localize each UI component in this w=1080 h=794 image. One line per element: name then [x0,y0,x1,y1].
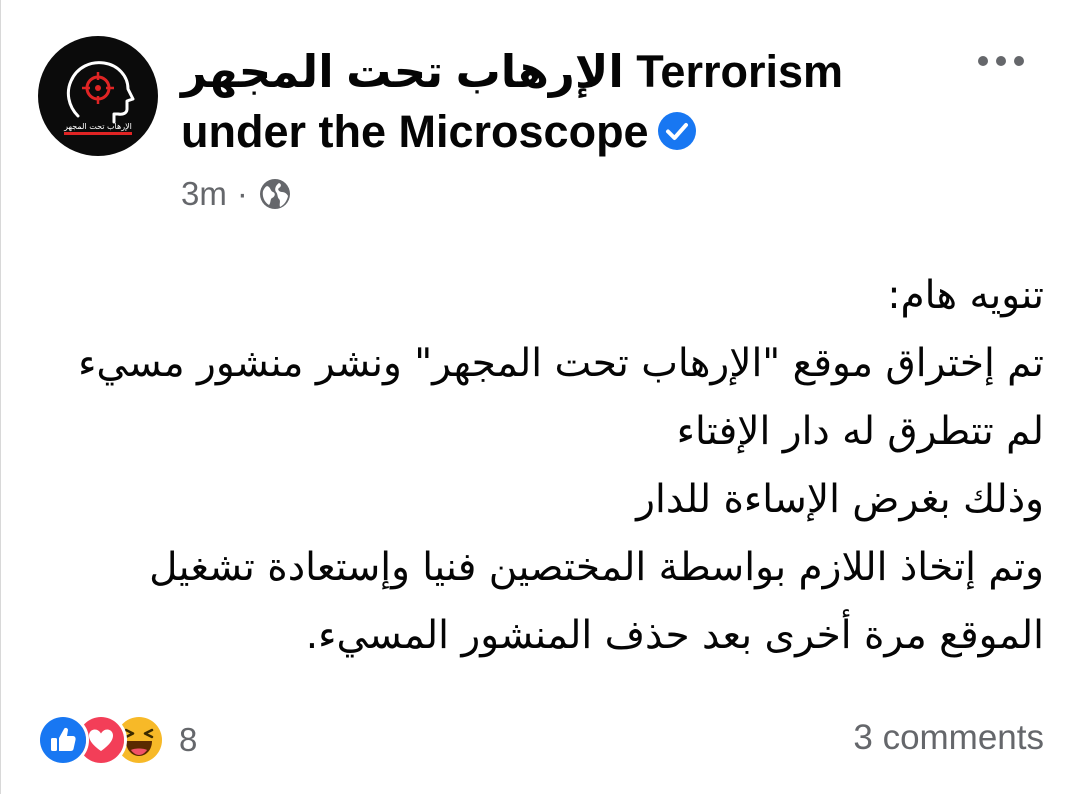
post-text: تنويه هام: تم إختراق موقع "الإرهاب تحت ا… [34,262,1044,670]
post-meta: 3m · [181,170,292,218]
post-timestamp[interactable]: 3m [181,175,227,213]
globe-icon[interactable] [258,177,292,211]
post-line: تم إختراق موقع "الإرهاب تحت المجهر" ونشر… [78,341,1044,386]
head-target-logo-icon [64,61,135,135]
reaction-count[interactable]: 8 [179,721,197,759]
page-name-arabic[interactable]: الإرهاب تحت المجهر [181,46,624,97]
comments-count-link[interactable]: 3 comments [853,718,1044,758]
post-line: تنويه هام: [887,273,1044,318]
post-line: وتم إتخاذ اللازم بواسطة المختصين فنيا وإ… [149,545,1044,590]
page-name[interactable]: الإرهاب تحت المجهر Terrorism under the M… [181,42,941,162]
like-reaction-icon [37,714,89,766]
avatar-caption: الإرهاب تحت المجهر [64,122,132,131]
meta-separator: · [236,175,248,212]
post-line: وذلك بغرض الإساءة للدار [636,477,1044,522]
ellipsis-icon [978,56,1024,66]
page-avatar[interactable]: الإرهاب تحت المجهر [38,36,158,156]
reaction-summary[interactable]: 8 [37,712,197,768]
verified-badge-icon [657,106,697,150]
post-line: الموقع مرة أخرى بعد حذف المنشور المسيء. [305,613,1044,658]
post-line: لم تتطرق له دار الإفتاء [676,409,1044,454]
more-options-button[interactable] [971,46,1031,76]
